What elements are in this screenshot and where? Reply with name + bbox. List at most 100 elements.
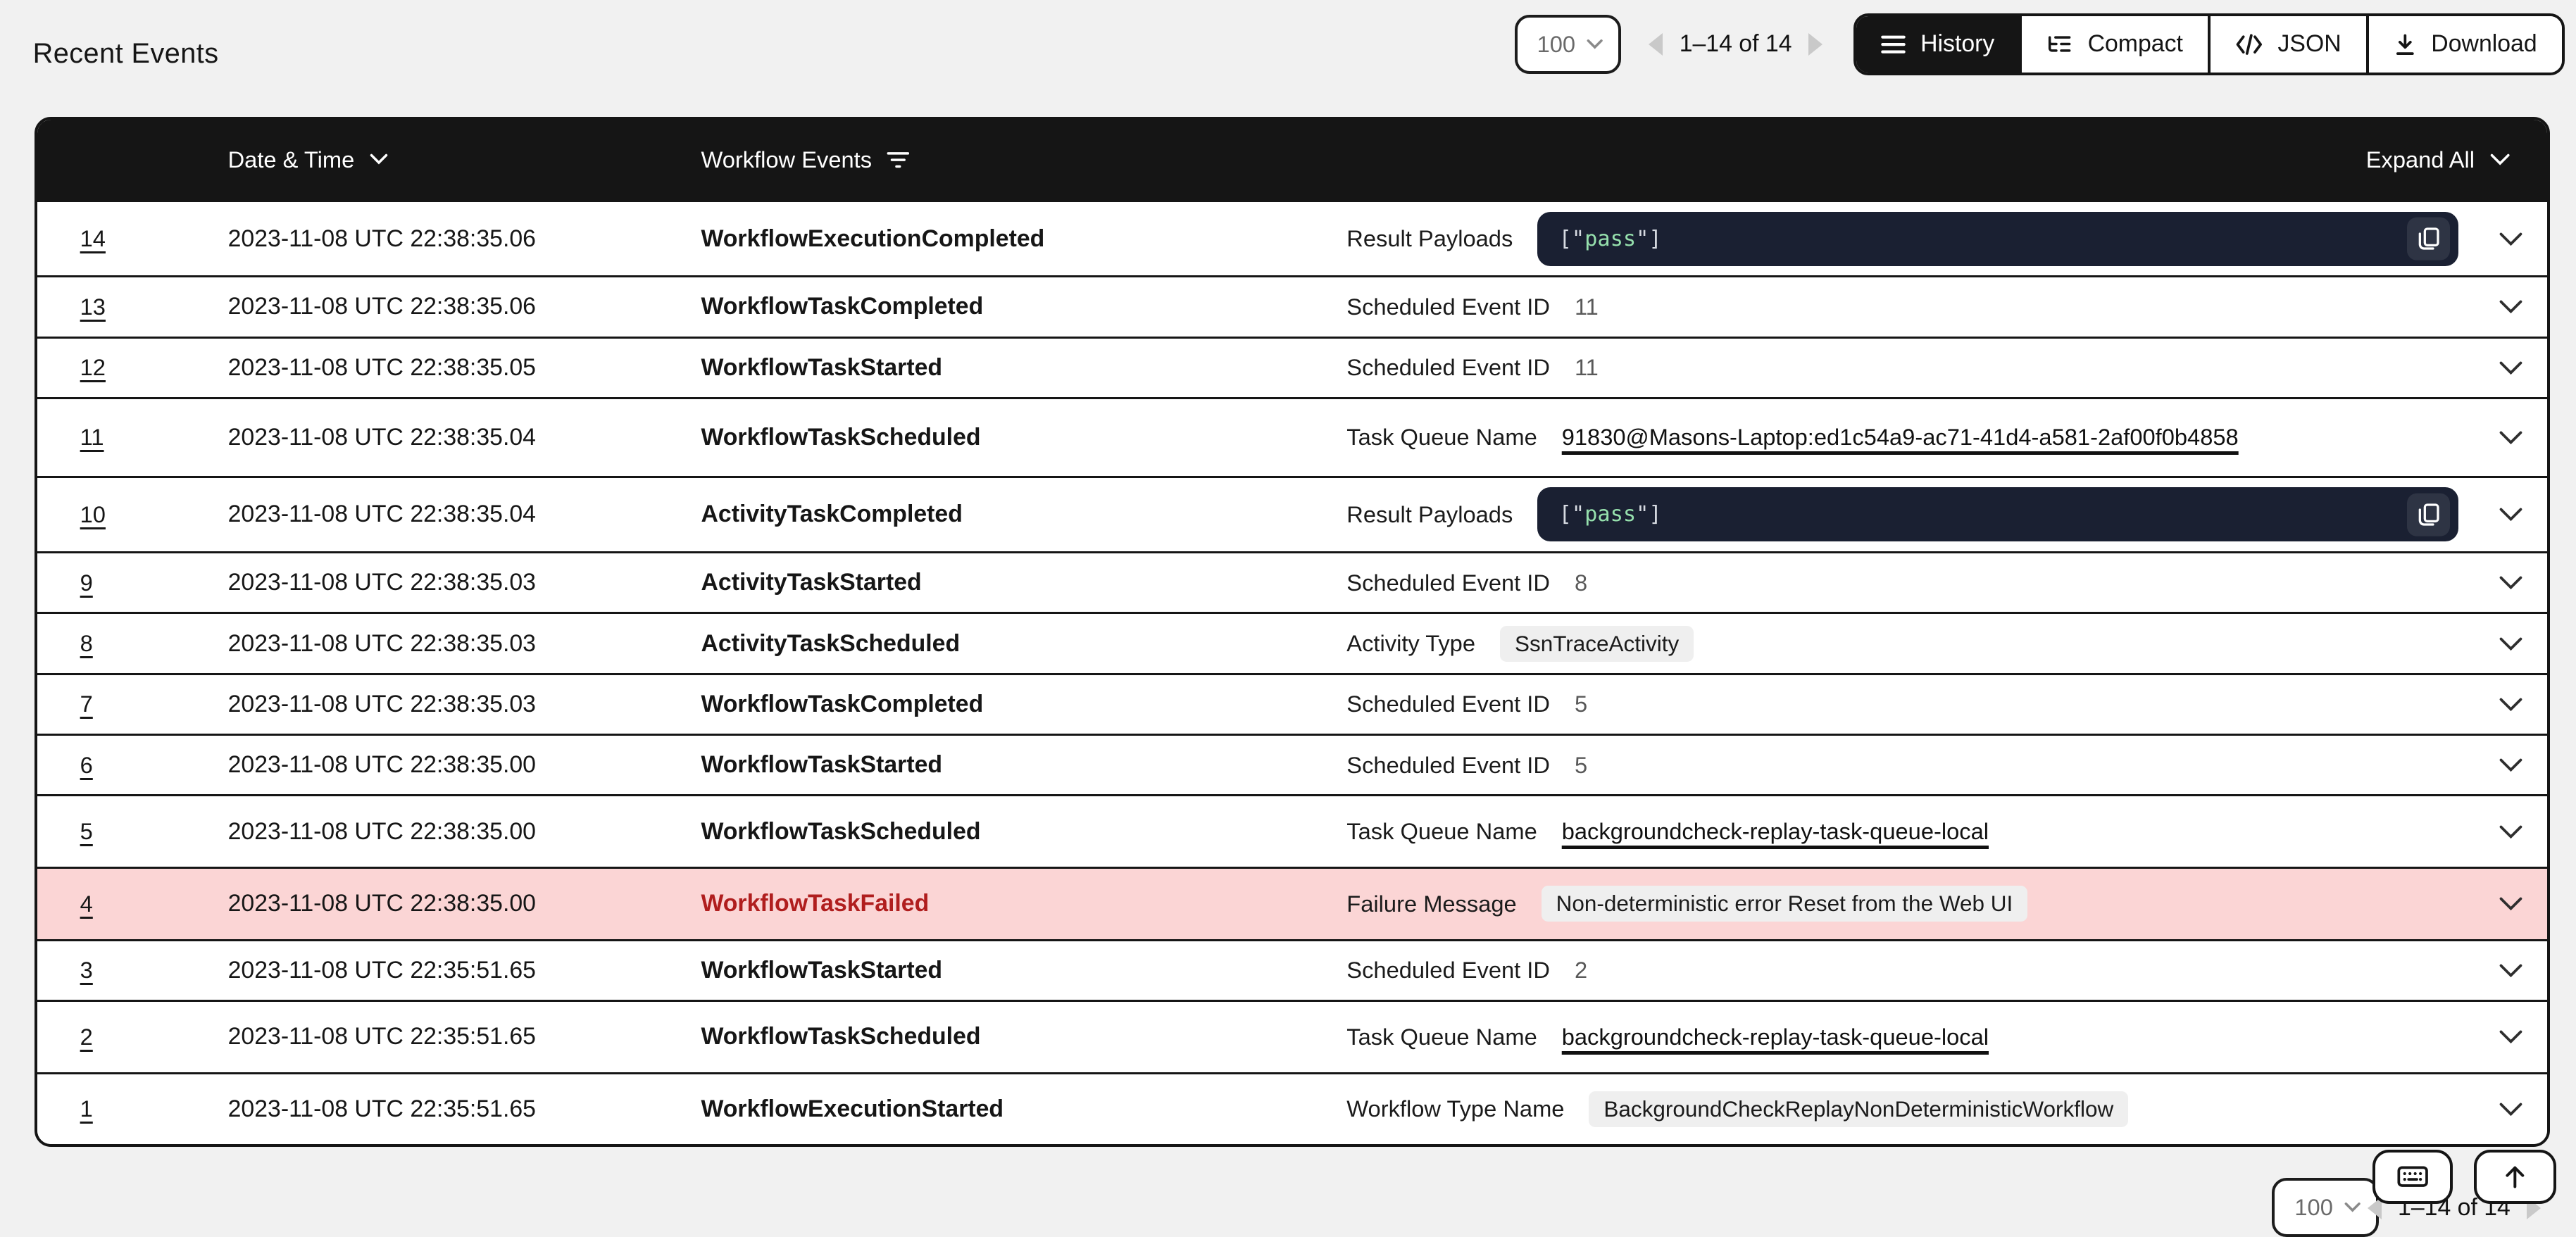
event-row[interactable]: 2 2023-11-08 UTC 22:35:51.65 WorkflowTas… xyxy=(37,1000,2547,1072)
copy-icon xyxy=(2418,227,2439,251)
workflow-events-header[interactable]: Workflow Events xyxy=(701,146,1346,173)
event-detail-cell: Task Queue Name backgroundcheck-replay-t… xyxy=(1346,1024,2475,1050)
expand-row-chevron[interactable] xyxy=(2499,1102,2523,1117)
chevron-down-icon xyxy=(2499,963,2523,978)
expand-row-chevron[interactable] xyxy=(2499,232,2523,246)
detail-badge: BackgroundCheckReplayNonDeterministicWor… xyxy=(1589,1091,2128,1127)
expand-all-button[interactable]: Expand All xyxy=(2366,146,2547,173)
event-name: WorkflowTaskStarted xyxy=(701,751,1346,779)
event-name: WorkflowTaskScheduled xyxy=(701,424,1346,451)
date-time-header[interactable]: Date & Time xyxy=(228,146,701,173)
event-datetime: 2023-11-08 UTC 22:38:35.03 xyxy=(228,691,701,718)
detail-label: Result Payloads xyxy=(1346,225,1513,252)
chevron-down-icon xyxy=(2499,636,2523,651)
event-id-cell: 3 xyxy=(37,957,228,984)
chevron-down-icon xyxy=(2499,299,2523,314)
event-name: ActivityTaskScheduled xyxy=(701,630,1346,658)
expand-row-chevron[interactable] xyxy=(2499,299,2523,314)
detail-value: 5 xyxy=(1575,752,1587,779)
event-id-link[interactable]: 12 xyxy=(80,354,106,380)
copy-button[interactable] xyxy=(2407,218,2450,260)
event-id-link[interactable]: 11 xyxy=(80,424,104,450)
history-view-button[interactable]: History xyxy=(1856,16,2019,73)
expand-row-chevron[interactable] xyxy=(2499,507,2523,522)
event-row[interactable]: 5 2023-11-08 UTC 22:38:35.00 WorkflowTas… xyxy=(37,794,2547,867)
expand-row-chevron[interactable] xyxy=(2499,575,2523,590)
expand-row-chevron[interactable] xyxy=(2499,758,2523,772)
event-row[interactable]: 8 2023-11-08 UTC 22:38:35.03 ActivityTas… xyxy=(37,612,2547,672)
download-button[interactable]: Download xyxy=(2366,16,2562,73)
expand-row-chevron[interactable] xyxy=(2499,963,2523,978)
event-detail-cell: Workflow Type Name BackgroundCheckReplay… xyxy=(1346,1091,2475,1127)
scroll-to-top-button[interactable] xyxy=(2474,1150,2556,1204)
event-row[interactable]: 7 2023-11-08 UTC 22:38:35.03 WorkflowTas… xyxy=(37,673,2547,734)
event-row[interactable]: 12 2023-11-08 UTC 22:38:35.05 WorkflowTa… xyxy=(37,337,2547,397)
event-id-cell: 5 xyxy=(37,818,228,845)
event-id-cell: 11 xyxy=(37,424,228,451)
expand-row-chevron[interactable] xyxy=(2499,636,2523,651)
chevron-down-icon xyxy=(2499,896,2523,911)
event-id-link[interactable]: 10 xyxy=(80,501,106,527)
event-row[interactable]: 1 2023-11-08 UTC 22:35:51.65 WorkflowExe… xyxy=(37,1072,2547,1145)
event-row[interactable]: 10 2023-11-08 UTC 22:38:35.04 ActivityTa… xyxy=(37,476,2547,551)
keyboard-icon xyxy=(2397,1166,2428,1187)
event-row[interactable]: 13 2023-11-08 UTC 22:38:35.06 WorkflowTa… xyxy=(37,275,2547,336)
next-page-icon[interactable] xyxy=(1808,33,1822,56)
history-view-label: History xyxy=(1920,30,1994,58)
event-id-link[interactable]: 13 xyxy=(80,294,106,320)
event-id-cell: 1 xyxy=(37,1095,228,1122)
event-row[interactable]: 11 2023-11-08 UTC 22:38:35.04 WorkflowTa… xyxy=(37,397,2547,476)
event-id-link[interactable]: 6 xyxy=(80,752,93,778)
per-page-select-bottom[interactable]: 100 xyxy=(2272,1178,2378,1237)
expand-row-chevron[interactable] xyxy=(2499,1029,2523,1044)
event-datetime: 2023-11-08 UTC 22:38:35.03 xyxy=(228,630,701,658)
event-datetime: 2023-11-08 UTC 22:38:35.03 xyxy=(228,569,701,596)
event-row[interactable]: 9 2023-11-08 UTC 22:38:35.03 ActivityTas… xyxy=(37,551,2547,612)
event-id-link[interactable]: 1 xyxy=(80,1095,93,1122)
event-id-link[interactable]: 2 xyxy=(80,1024,93,1050)
task-queue-link[interactable]: 91830@Masons-Laptop:ed1c54a9-ac71-41d4-a… xyxy=(1562,424,2239,451)
expand-row-chevron[interactable] xyxy=(2499,360,2523,375)
event-row[interactable]: 14 2023-11-08 UTC 22:38:35.06 WorkflowEx… xyxy=(37,200,2547,275)
event-id-cell: 14 xyxy=(37,225,228,252)
compact-view-button[interactable]: Compact xyxy=(2019,16,2208,73)
prev-page-icon[interactable] xyxy=(1649,33,1663,56)
event-row[interactable]: 6 2023-11-08 UTC 22:38:35.00 WorkflowTas… xyxy=(37,734,2547,794)
expand-row-chevron[interactable] xyxy=(2499,430,2523,445)
event-id-link[interactable]: 3 xyxy=(80,957,93,983)
json-icon xyxy=(2235,34,2263,55)
event-name: WorkflowTaskStarted xyxy=(701,957,1346,984)
event-name: ActivityTaskCompleted xyxy=(701,501,1346,528)
detail-label: Scheduled Event ID xyxy=(1346,570,1550,596)
chevron-down-icon xyxy=(2499,697,2523,712)
event-datetime: 2023-11-08 UTC 22:38:35.05 xyxy=(228,354,701,382)
event-id-link[interactable]: 5 xyxy=(80,818,93,844)
event-detail-cell: Scheduled Event ID 8 xyxy=(1346,570,2475,596)
expand-row-chevron[interactable] xyxy=(2499,697,2523,712)
event-id-cell: 6 xyxy=(37,752,228,779)
event-id-link[interactable]: 4 xyxy=(80,891,93,917)
event-id-link[interactable]: 8 xyxy=(80,630,93,656)
download-label: Download xyxy=(2431,30,2537,58)
filter-icon[interactable] xyxy=(887,149,910,170)
chevron-down-icon xyxy=(2499,1102,2523,1117)
payload-code-block: ["pass"] xyxy=(1537,212,2458,266)
event-row[interactable]: 3 2023-11-08 UTC 22:35:51.65 WorkflowTas… xyxy=(37,939,2547,1000)
json-view-button[interactable]: JSON xyxy=(2208,16,2366,73)
event-id-link[interactable]: 14 xyxy=(80,225,106,251)
task-queue-link[interactable]: backgroundcheck-replay-task-queue-local xyxy=(1562,818,1989,845)
per-page-value-bottom: 100 xyxy=(2294,1194,2333,1221)
event-detail-cell: Scheduled Event ID 5 xyxy=(1346,752,2475,779)
event-id-cell: 13 xyxy=(37,294,228,320)
event-id-link[interactable]: 9 xyxy=(80,570,93,596)
expand-row-chevron[interactable] xyxy=(2499,896,2523,911)
copy-button[interactable] xyxy=(2407,494,2450,536)
chevron-down-icon xyxy=(1587,39,1603,50)
event-id-link[interactable]: 7 xyxy=(80,691,93,717)
event-row[interactable]: 4 2023-11-08 UTC 22:38:35.00 WorkflowTas… xyxy=(37,867,2547,939)
per-page-select[interactable]: 100 xyxy=(1515,15,1621,74)
event-id-cell: 9 xyxy=(37,570,228,596)
keyboard-shortcuts-button[interactable] xyxy=(2372,1150,2453,1204)
task-queue-link[interactable]: backgroundcheck-replay-task-queue-local xyxy=(1562,1024,1989,1050)
expand-row-chevron[interactable] xyxy=(2499,824,2523,839)
